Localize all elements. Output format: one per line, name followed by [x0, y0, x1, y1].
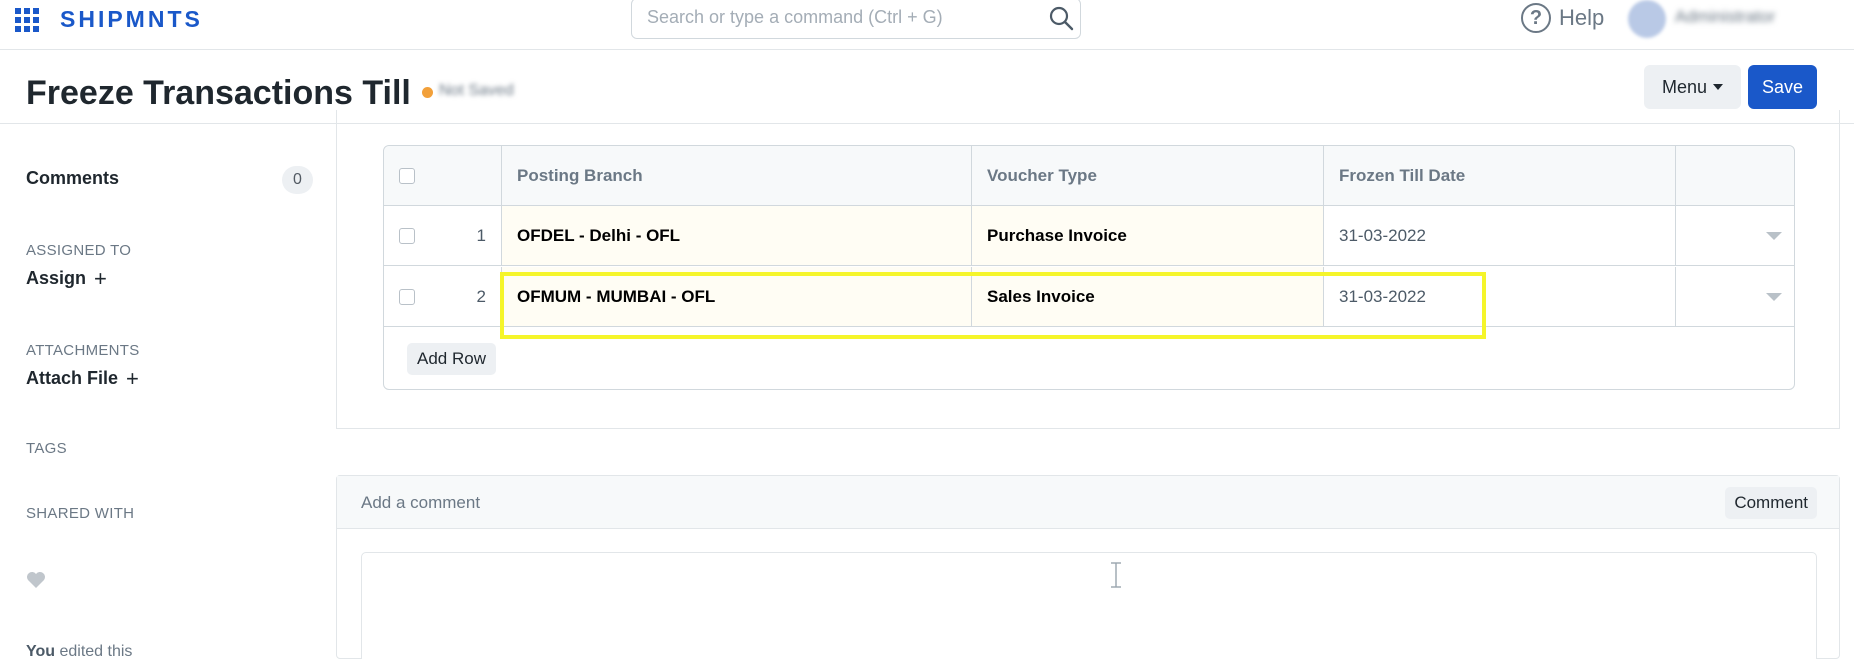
row-index: 1 [476, 225, 486, 245]
row-checkbox[interactable] [399, 288, 415, 305]
search-placeholder[interactable]: Search or type a command (Ctrl + G) [647, 7, 943, 28]
add-row-button[interactable]: Add Row [407, 343, 496, 375]
attach-file-button[interactable]: Attach File + [26, 365, 139, 391]
row-actions-cell [1676, 206, 1794, 265]
row-actions-cell [1676, 267, 1794, 326]
attachments-heading: ATTACHMENTS [26, 342, 140, 359]
voucher-type-cell[interactable]: Purchase Invoice [972, 206, 1324, 265]
table-row[interactable]: 2 OFMUM - MUMBAI - OFL Sales Invoice 31-… [384, 267, 1794, 327]
heart-icon[interactable] [26, 571, 46, 589]
activity-line: You edited this [26, 643, 132, 659]
row-checkbox[interactable] [399, 227, 415, 244]
comment-button[interactable]: Comment [1725, 487, 1817, 519]
sidebar-comments-label[interactable]: Comments [26, 168, 119, 189]
help-icon: ? [1521, 3, 1551, 33]
plus-icon: + [94, 265, 107, 291]
plus-icon: + [126, 365, 139, 391]
row-expand-icon[interactable] [1766, 231, 1782, 240]
attach-file-label: Attach File [26, 368, 119, 388]
brand-logo[interactable]: SHIPMNTS [60, 6, 203, 33]
table-row[interactable]: 1 OFDEL - Delhi - OFL Purchase Invoice 3… [384, 206, 1794, 266]
column-header-voucher-type: Voucher Type [972, 146, 1324, 205]
select-all-checkbox[interactable] [399, 167, 415, 184]
frozen-till-date-cell[interactable]: 31-03-2022 [1324, 206, 1676, 265]
help-label: Help [1559, 5, 1605, 30]
row-index: 2 [476, 286, 486, 306]
page-title: Freeze Transactions Till [26, 74, 411, 112]
status-badge: Not Saved [439, 82, 514, 99]
comments-count-badge: 0 [282, 166, 313, 194]
shared-with-heading: SHARED WITH [26, 505, 135, 522]
assigned-to-heading: ASSIGNED TO [26, 242, 132, 259]
menu-button[interactable]: Menu [1644, 65, 1741, 109]
form-sidebar: Comments 0 ASSIGNED TO Assign + ATTACHME… [0, 124, 330, 659]
app-grid-icon[interactable] [15, 8, 41, 32]
comment-header: Add a comment Comment [337, 476, 1839, 529]
menu-label: Menu [1661, 76, 1708, 97]
row-select-cell: 1 [384, 206, 502, 265]
help-menu[interactable]: ? Help [1521, 2, 1604, 34]
status-indicator [422, 87, 433, 98]
frozen-till-date-cell[interactable]: 31-03-2022 [1324, 267, 1676, 326]
comment-section: Add a comment Comment [336, 475, 1840, 659]
tags-heading[interactable]: TAGS [26, 440, 67, 457]
search-bar[interactable]: Search or type a command (Ctrl + G) [631, 0, 1081, 39]
voucher-type-cell[interactable]: Sales Invoice [972, 267, 1324, 326]
text-cursor-icon [1111, 562, 1121, 588]
row-expand-icon[interactable] [1766, 292, 1782, 301]
search-icon[interactable] [1048, 5, 1074, 31]
comment-input[interactable] [361, 552, 1817, 659]
assign-label: Assign [26, 268, 87, 288]
top-navbar: SHIPMNTS Search or type a command (Ctrl … [0, 0, 1854, 50]
user-avatar[interactable] [1628, 0, 1666, 38]
posting-branch-cell[interactable]: OFMUM - MUMBAI - OFL [502, 267, 972, 326]
posting-branch-cell[interactable]: OFDEL - Delhi - OFL [502, 206, 972, 265]
column-header-frozen-till-date: Frozen Till Date [1324, 146, 1676, 205]
activity-user[interactable]: You [26, 643, 55, 659]
table-header: Posting Branch Voucher Type Frozen Till … [384, 146, 1794, 206]
user-name[interactable]: Administrator [1675, 7, 1775, 27]
caret-down-icon [1713, 84, 1724, 90]
select-all-cell [384, 146, 502, 205]
frozen-transactions-table: Posting Branch Voucher Type Frozen Till … [383, 145, 1795, 390]
assign-button[interactable]: Assign + [26, 265, 107, 291]
comment-prompt: Add a comment [361, 493, 481, 512]
row-select-cell: 2 [384, 267, 502, 326]
column-header-posting-branch: Posting Branch [502, 146, 972, 205]
save-button[interactable]: Save [1748, 65, 1817, 109]
column-header-actions [1676, 146, 1794, 205]
activity-text: edited this [59, 643, 133, 659]
